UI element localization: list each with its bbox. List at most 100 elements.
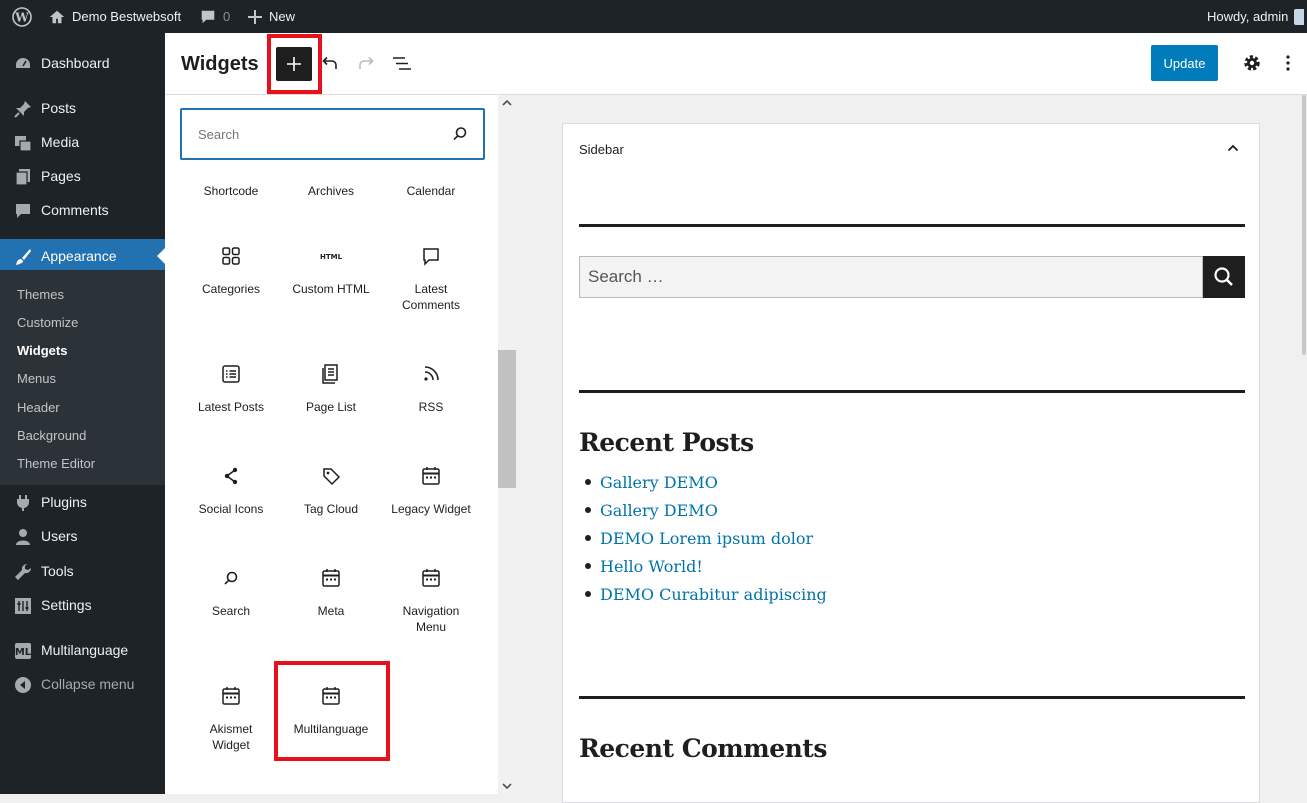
block-rss[interactable]: RSS bbox=[381, 362, 481, 415]
comments-count: 0 bbox=[223, 9, 231, 24]
widget-area-canvas: Sidebar Recent Posts Gallery DEMO Galler… bbox=[516, 95, 1307, 803]
block-label: Page List bbox=[305, 400, 357, 414]
sidebar-item-label: Posts bbox=[41, 100, 77, 116]
block-shortcode[interactable]: Shortcode bbox=[181, 183, 281, 199]
pages-icon bbox=[15, 169, 30, 186]
submenu-item-widgets[interactable]: Widgets bbox=[17, 343, 67, 358]
separator bbox=[579, 390, 1245, 393]
widget-area-title[interactable]: Sidebar bbox=[579, 142, 624, 157]
sidebar-item-label: Multilanguage bbox=[41, 642, 129, 658]
block-legacy-widget[interactable]: Legacy Widget bbox=[381, 464, 481, 517]
sidebar-item-multilanguage[interactable]: ML Multilanguage bbox=[0, 633, 165, 667]
comments-link[interactable]: 0 bbox=[199, 0, 230, 33]
wrench-icon bbox=[15, 563, 32, 580]
inserter-scrollbar[interactable] bbox=[498, 95, 516, 794]
submenu-item-menus[interactable]: Menus bbox=[17, 371, 56, 386]
search-icon bbox=[453, 127, 467, 141]
submenu-item-themes[interactable]: Themes bbox=[17, 287, 64, 302]
block-label: Social Icons bbox=[198, 502, 264, 516]
share-icon bbox=[224, 467, 238, 485]
block-inserter-panel: Shortcode Archives Calendar Categories H… bbox=[165, 95, 516, 794]
site-name-link[interactable]: Demo Bestwebsoft bbox=[48, 0, 181, 33]
calendar-icon bbox=[422, 569, 440, 587]
block-categories[interactable]: Categories bbox=[181, 244, 281, 297]
block-latest-comments[interactable]: Latest Comments bbox=[381, 244, 481, 313]
new-content-link[interactable]: New bbox=[247, 0, 295, 33]
calendar-icon bbox=[222, 687, 240, 705]
sidebar-item-dashboard[interactable]: Dashboard bbox=[0, 46, 165, 80]
list-item[interactable]: DEMO Curabitur adipiscing bbox=[579, 580, 827, 608]
sidebar-item-appearance[interactable]: Appearance bbox=[0, 239, 165, 273]
sidebar-item-users[interactable]: Users bbox=[0, 519, 165, 553]
block-tag-cloud[interactable]: Tag Cloud bbox=[281, 464, 381, 517]
sidebar-item-posts[interactable]: Posts bbox=[0, 91, 165, 125]
comment-bubble-icon bbox=[201, 10, 215, 23]
redo-icon[interactable] bbox=[354, 52, 378, 76]
widget-search-button[interactable] bbox=[1203, 256, 1245, 298]
block-latest-posts[interactable]: Latest Posts bbox=[181, 362, 281, 415]
sidebar-item-label: Comments bbox=[41, 202, 109, 218]
site-name: Demo Bestwebsoft bbox=[72, 9, 182, 24]
submenu-item-background[interactable]: Background bbox=[17, 428, 86, 443]
list-view-icon[interactable] bbox=[390, 52, 414, 76]
list-item[interactable]: Gallery DEMO bbox=[579, 496, 827, 524]
block-navigation-menu[interactable]: Navigation Menu bbox=[381, 566, 481, 635]
comment-icon bbox=[423, 248, 439, 266]
scroll-thumb[interactable] bbox=[1302, 95, 1306, 355]
update-button[interactable]: Update bbox=[1151, 45, 1218, 81]
more-options-icon[interactable] bbox=[1276, 51, 1300, 75]
widget-search-input[interactable] bbox=[579, 256, 1203, 298]
settings-icon bbox=[15, 598, 31, 614]
sidebar-item-label: Appearance bbox=[41, 248, 117, 264]
block-label: Custom HTML bbox=[292, 282, 370, 296]
block-akismet-widget[interactable]: Akismet Widget bbox=[181, 684, 281, 753]
block-custom-html[interactable]: HTML Custom HTML bbox=[281, 244, 381, 297]
sidebar-item-tools[interactable]: Tools bbox=[0, 554, 165, 588]
block-page-list[interactable]: Page List bbox=[281, 362, 381, 415]
submenu-item-header[interactable]: Header bbox=[17, 400, 60, 415]
block-search-input[interactable] bbox=[196, 123, 436, 145]
admin-bar: W Demo Bestwebsoft 0 New Howdy, admin bbox=[0, 0, 1307, 33]
users-icon bbox=[16, 529, 30, 545]
canvas-scrollbar[interactable] bbox=[1301, 95, 1307, 794]
highlight-box bbox=[274, 661, 390, 761]
recent-comments-heading: Recent Comments bbox=[579, 734, 827, 763]
sidebar-item-media[interactable]: Media bbox=[0, 125, 165, 159]
plugins-icon bbox=[17, 495, 29, 511]
list-item[interactable]: DEMO Lorem ipsum dolor bbox=[579, 524, 827, 552]
sidebar-item-collapse[interactable]: Collapse menu bbox=[0, 667, 165, 701]
gear-icon[interactable] bbox=[1240, 51, 1264, 75]
account-menu[interactable]: Howdy, admin bbox=[1207, 0, 1305, 33]
sidebar-item-pages[interactable]: Pages bbox=[0, 159, 165, 193]
undo-icon[interactable] bbox=[318, 52, 342, 76]
sidebar-item-label: Pages bbox=[41, 168, 81, 184]
list-item[interactable]: Hello World! bbox=[579, 552, 827, 580]
chevron-up-icon[interactable] bbox=[1223, 138, 1243, 158]
block-label: Navigation Menu bbox=[402, 604, 460, 634]
scroll-thumb[interactable] bbox=[498, 350, 516, 488]
sidebar-item-settings[interactable]: Settings bbox=[0, 588, 165, 622]
submenu-item-theme-editor[interactable]: Theme Editor bbox=[17, 456, 95, 471]
html-icon: HTML bbox=[320, 253, 343, 261]
page-list-icon bbox=[322, 364, 338, 384]
dashboard-icon bbox=[16, 58, 30, 68]
scroll-up-arrow-icon[interactable] bbox=[498, 95, 516, 111]
block-search[interactable]: Search bbox=[181, 566, 281, 619]
block-search-box bbox=[180, 108, 485, 160]
block-label: RSS bbox=[418, 400, 444, 414]
block-calendar[interactable]: Calendar bbox=[381, 183, 481, 199]
list-item[interactable]: Gallery DEMO bbox=[579, 468, 827, 496]
submenu-item-customize[interactable]: Customize bbox=[17, 315, 78, 330]
appearance-submenu: Themes Customize Widgets Menus Header Ba… bbox=[0, 270, 165, 485]
sidebar-item-label: Settings bbox=[41, 597, 92, 613]
wordpress-logo-icon[interactable]: W bbox=[12, 0, 32, 33]
separator bbox=[579, 224, 1245, 227]
scroll-down-arrow-icon[interactable] bbox=[498, 778, 516, 794]
block-social-icons[interactable]: Social Icons bbox=[181, 464, 281, 517]
block-meta[interactable]: Meta bbox=[281, 566, 381, 619]
sidebar-item-plugins[interactable]: Plugins bbox=[0, 485, 165, 519]
sidebar-item-label: Tools bbox=[41, 563, 74, 579]
sidebar-item-comments[interactable]: Comments bbox=[0, 193, 165, 227]
block-archives[interactable]: Archives bbox=[281, 183, 381, 199]
pushpin-icon bbox=[14, 101, 31, 118]
